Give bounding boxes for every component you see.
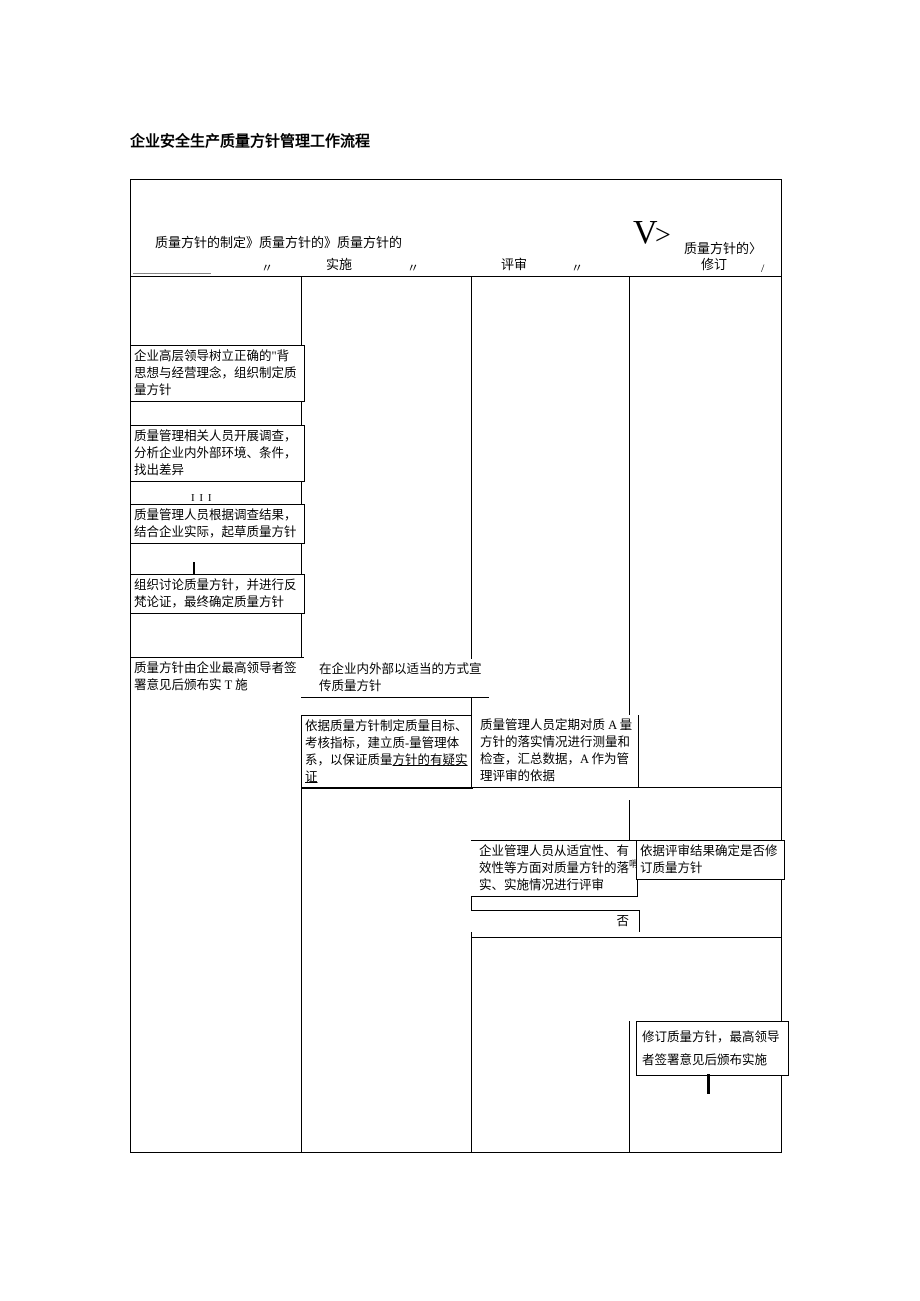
ticks-a2a3: I I I — [191, 492, 213, 504]
col4-heading: 修订 — [701, 254, 727, 273]
box-c2: 企业管理人员从适宜性、有效性等方面对质量方针的落实、实施情况进行评审 — [471, 840, 638, 897]
box-a4: 组织讨论质量方针，并进行反梵论证，最终确定质量方针 — [131, 574, 305, 614]
box-d1: 依据评审结果确定是否修订质量方针 — [636, 840, 785, 880]
box-b1: 在企业内外部以适当的方式宣传质量方针 — [301, 659, 489, 698]
mark1: 〃 — [261, 259, 273, 276]
col3-heading: 评审 — [501, 254, 527, 273]
box-a3: 质量管理人员根据调查结果，结合企业实际，起草质量方针 — [131, 504, 305, 544]
mark2: 〃 — [407, 259, 419, 276]
pipe-d2 — [707, 1074, 710, 1094]
flow-diagram: 质量方针的制定》质量方针的》质量方针的 实施 评审 V > 质量方针的〉 修订 … — [130, 179, 782, 1153]
box-b2: 依据质量方针制定质量目标、考核指标，建立质-量管理体系，以保证质量方针的有疑实证 — [301, 715, 473, 789]
page-title: 企业安全生产质量方针管理工作流程 — [130, 130, 810, 151]
box-a5: 质量方针由企业最高领导者签署意见后颁布实 T 施 — [131, 657, 304, 696]
glyph-angle: > — [655, 220, 671, 252]
box-a2: 质量管理相关人员开展调查，分析企业内外部环境、条件，找出差异 — [131, 425, 305, 482]
box-c3: 否 — [471, 910, 640, 932]
box-d2: 修订质量方针，最高领导者签署意见后颁布实施 — [636, 1021, 789, 1076]
box-a1: 企业高层领导树立正确的"背思想与经营理念，组织制定质量方针 — [131, 345, 305, 402]
mark3: 〃 — [571, 259, 583, 276]
mark4: / — [761, 261, 764, 276]
flow-body: 企业高层领导树立正确的"背思想与经营理念，组织制定质量方针 质量管理相关人员开展… — [131, 277, 781, 1152]
header-dash: ＿＿＿＿＿＿＿ — [133, 259, 210, 276]
box-c1: 质量管理人员定期对质 A 量方针的落实情况进行测量和检查，汇总数据，A 作为管理… — [471, 715, 639, 788]
col2-heading: 实施 — [326, 254, 352, 273]
header-row: 质量方针的制定》质量方针的》质量方针的 实施 评审 V > 质量方针的〉 修订 … — [131, 180, 781, 277]
pipe-a3a4 — [193, 562, 195, 574]
col1-heading: 质量方针的制定》质量方针的》质量方针的 — [155, 232, 402, 251]
glyph-v: V — [633, 214, 658, 252]
